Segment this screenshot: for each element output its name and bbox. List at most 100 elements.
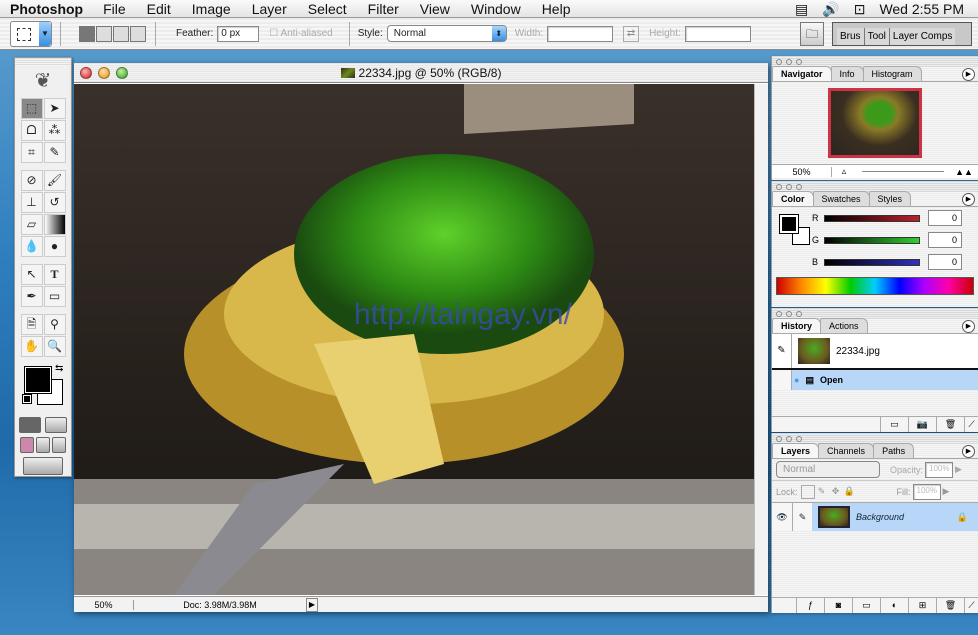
swap-dimensions-button[interactable]: ⇄ [623,25,640,42]
photoshop-feather-logo[interactable]: ❦ [15,66,71,94]
lock-transparency-icon[interactable] [800,484,815,499]
zoom-slider[interactable] [862,171,944,172]
move-tool[interactable]: ➤ [43,98,66,119]
navigator-preview[interactable] [828,88,922,158]
gradient-tool[interactable] [43,214,66,235]
red-slider[interactable] [824,214,920,222]
new-layer-button[interactable]: ⊞ [908,598,936,613]
document-titlebar[interactable]: 22334.jpg @ 50% (RGB/8) [74,63,768,83]
zoom-tool[interactable]: 🔍 [43,336,66,357]
new-document-from-state-button[interactable]: ▭ [880,417,908,432]
layer-link-brush-icon[interactable]: ✎ [792,503,812,531]
status-menu-arrow-icon[interactable]: ▶ [306,597,318,612]
vertical-scrollbar[interactable] [754,84,768,595]
full-screen-button[interactable] [52,437,66,453]
green-slider[interactable] [824,236,920,244]
zoom-level[interactable]: 50% [74,599,134,610]
tab-styles[interactable]: Styles [868,191,912,206]
history-step-open[interactable]: ● ▤ Open [772,370,978,390]
layer-name[interactable]: Background [856,512,957,522]
well-tab-tool-presets[interactable]: Tool [864,28,890,45]
tab-histogram[interactable]: Histogram [862,66,922,81]
green-value[interactable]: 0 [928,232,962,248]
blue-value[interactable]: 0 [928,254,962,270]
standard-window-button[interactable] [20,437,34,453]
tab-channels[interactable]: Channels [818,443,875,458]
tab-paths[interactable]: Paths [873,443,915,458]
fill-arrow-icon[interactable]: ▶ [943,486,950,497]
blue-slider[interactable] [824,258,920,266]
tab-info[interactable]: Info [830,66,864,81]
subtract-selection-button[interactable] [113,25,129,42]
well-tab-brushes[interactable]: Brus [837,28,865,45]
eyedropper-tool[interactable]: ⚲ [43,314,66,335]
adjustment-layer-button[interactable]: ◐ [880,598,908,613]
tab-color[interactable]: Color [772,191,814,206]
visibility-eye-icon[interactable]: 👁 [772,503,792,531]
close-dot[interactable] [776,58,782,65]
red-value[interactable]: 0 [928,210,962,226]
layer-row-background[interactable]: 👁 ✎ Background 🔒 [772,503,978,531]
menu-select[interactable]: Select [308,1,347,17]
menu-view[interactable]: View [420,1,450,17]
min-dot[interactable] [786,58,792,65]
tab-swatches[interactable]: Swatches [812,191,870,206]
palette-menu-icon[interactable]: ▶ [962,320,975,333]
add-selection-button[interactable] [96,25,112,42]
width-input[interactable] [547,25,614,42]
opacity-arrow-icon[interactable]: ▶ [955,464,962,475]
quick-mask-button[interactable] [45,417,67,433]
dodge-tool[interactable]: ● [43,236,66,257]
zoom-dot[interactable] [796,58,802,65]
history-brush-source-icon[interactable]: ✎ [772,334,792,368]
notes-tool[interactable]: 🗎 [20,314,43,335]
history-slider-icon[interactable]: ● [794,375,799,385]
menu-file[interactable]: File [103,1,126,17]
new-group-button[interactable]: ▭ [852,598,880,613]
volume-icon[interactable]: 🔊 [822,1,839,18]
color-ramp[interactable] [776,277,974,295]
jump-to-imageready-button[interactable] [23,457,63,475]
foreground-color[interactable] [24,366,52,394]
slice-tool[interactable]: ✎ [43,142,66,163]
tab-navigator[interactable]: Navigator [772,66,832,81]
crop-tool[interactable]: ⌗ [20,142,43,163]
tab-actions[interactable]: Actions [820,318,868,333]
magic-wand-tool[interactable]: ⁂ [43,120,66,141]
toolbox-drag-bar[interactable] [15,58,71,66]
menu-help[interactable]: Help [542,1,571,17]
resize-grip[interactable]: ⟋ [964,598,978,613]
intersect-selection-button[interactable] [130,25,146,42]
fill-input[interactable]: 100% [912,483,941,500]
zoom-in-icon[interactable]: ▲▲ [950,167,978,177]
image-canvas[interactable]: http://taingay.vn/ [74,84,754,595]
resize-grip[interactable]: ⟋ [964,417,978,432]
menu-window[interactable]: Window [471,1,521,17]
path-selection-tool[interactable]: ↖ [20,264,43,285]
palette-menu-icon[interactable]: ▶ [962,193,975,206]
blur-tool[interactable]: 💧 [20,236,43,257]
lock-image-icon[interactable]: ✎ [815,486,829,497]
full-screen-menu-button[interactable] [36,437,50,453]
marquee-tool[interactable]: ⬚ [20,98,43,119]
swap-colors-icon[interactable]: ⇆ [55,363,63,374]
palette-menu-icon[interactable]: ▶ [962,68,975,81]
healing-brush-tool[interactable]: ⊘ [20,170,43,191]
file-browser-button[interactable]: 🗀 [800,22,824,46]
clock[interactable]: Wed 2:55 PM [879,1,964,17]
clone-stamp-tool[interactable]: ⊥ [20,192,43,213]
menu-filter[interactable]: Filter [368,1,399,17]
history-brush-slot[interactable] [772,370,792,390]
zoom-out-icon[interactable]: ▵ [832,166,856,177]
history-snapshot[interactable]: ✎ 22334.jpg [772,334,978,370]
history-brush-tool[interactable]: ↺ [43,192,66,213]
antialias-checkbox[interactable]: ☐ Anti-aliased [269,28,332,39]
pen-tool[interactable]: ✒ [20,286,43,307]
standard-mode-button[interactable] [19,417,41,433]
brush-tool[interactable]: 🖌 [43,170,66,191]
blend-mode-select[interactable]: Normal [776,461,880,478]
color-fg-swatch[interactable] [779,214,799,234]
new-selection-button[interactable] [79,25,95,42]
menu-image[interactable]: Image [192,1,231,17]
display-icon[interactable]: ▤ [795,1,808,18]
